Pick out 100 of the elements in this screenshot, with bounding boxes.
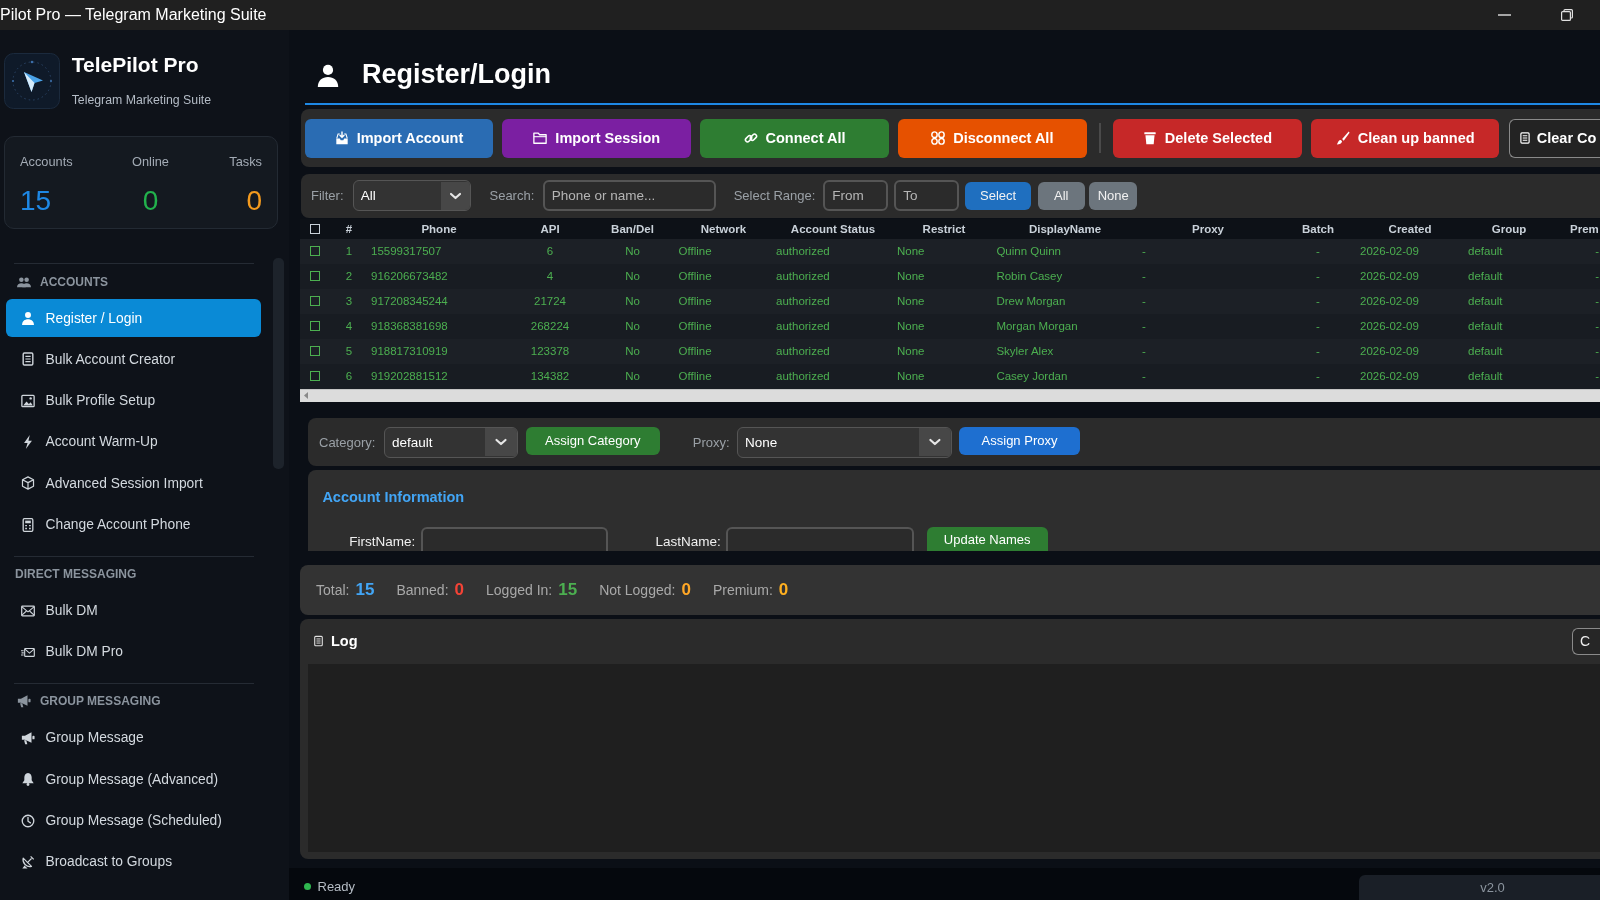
restore-icon[interactable] [1561,9,1573,21]
sidebar-item[interactable]: Broadcast to Groups [6,842,261,881]
column-header: Group [1491,223,1527,235]
summary-value: 0 [681,579,691,600]
cube-icon [20,476,35,491]
table-row[interactable]: 2 916206673482 4 No Offline authorized None Robin Casey - - 2026-02-09 default - [300,264,1600,289]
table-cell: 3 [345,295,353,308]
column-header: Created [1388,223,1432,235]
table-cell: - [1316,245,1320,258]
select-button[interactable]: Select [965,181,1032,210]
table-cell: 2026-02-09 [1360,270,1419,283]
stat-value: 0 [246,185,262,217]
summary-value: 15 [558,579,578,600]
disconnect-all-button[interactable]: Disconnect All [898,118,1087,158]
table-cell: - [1142,245,1146,258]
document-icon [313,635,324,648]
table-cell: - [1142,345,1146,358]
select-none-button[interactable]: None [1089,181,1138,210]
user-icon [20,311,35,325]
clean-up-banned-button[interactable]: Clean up banned [1310,118,1500,158]
range-from-field[interactable]: From [823,180,888,212]
clock-icon [20,813,35,828]
bell-icon [20,772,35,787]
chevron-down-icon[interactable] [441,181,471,210]
update-names-button[interactable]: Update Names [926,527,1048,551]
table-cell: - [1595,245,1599,258]
row-checkbox[interactable] [310,271,320,282]
status-dot-icon [303,883,311,891]
column-header: Network [700,223,747,235]
sidebar-item[interactable]: Account Warm-Up [6,423,261,461]
sidebar-item[interactable]: Bulk DM [6,591,261,630]
import-session-button[interactable]: Import Session [502,118,691,158]
log-action-button[interactable]: C [1572,627,1600,656]
select-all-button[interactable]: All [1037,181,1086,210]
chevron-down-icon[interactable] [919,428,951,457]
table-cell: 919202881512 [371,370,448,383]
sidebar-item[interactable]: Group Message [6,718,261,757]
table-cell: 6 [546,245,554,258]
summary-value: 0 [778,579,789,600]
sidebar-item[interactable]: Advanced Session Import [6,464,261,503]
table-cell: None [897,345,925,358]
table-cell: authorized [776,370,830,383]
assign-category-button[interactable]: Assign Category [525,426,660,455]
sidebar-item[interactable]: Bulk Account Creator [6,340,261,379]
filter-dropdown[interactable]: All [352,180,472,212]
window-title: Pilot Pro — Telegram Marketing Suite [0,6,268,24]
import-account-button[interactable]: Import Account [304,118,494,158]
table-row[interactable]: 6 919202881512 134382 No Offline authorized None Casey Jordan - - 2026-02-09 default - [300,364,1600,389]
table-row[interactable]: 4 918368381698 268224 No Offline authorized None Morgan Morgan - - 2026-02-09 default - [300,314,1600,339]
table-cell: - [1316,295,1320,308]
column-header: # [345,223,353,235]
table-cell: authorized [776,295,830,308]
chevron-down-icon[interactable] [484,428,517,457]
sidebar-item[interactable]: Change Account Phone [6,505,261,544]
table-cell: Offline [678,370,712,383]
table-cell: - [1595,270,1599,283]
summary-label: Banned: [396,581,449,598]
assign-proxy-button[interactable]: Assign Proxy [959,426,1080,455]
table-cell: 4 [546,270,554,283]
picture-icon [20,393,35,408]
sidebar-item[interactable]: Register / Login [6,299,261,337]
section-header: GROUP MESSAGING [40,694,161,709]
table-cell: Robin Casey [996,270,1063,283]
last-name-field[interactable] [725,526,914,551]
first-name-label: FirstName: [349,534,416,551]
table-row[interactable]: 5 918817310919 123378 No Offline authorized None Skyler Alex - - 2026-02-09 default - [300,339,1600,364]
sidebar-item[interactable]: Bulk DM Pro [6,632,261,671]
column-header: DisplayName [1028,223,1102,235]
table-cell: 2026-02-09 [1360,370,1419,383]
search-field[interactable]: Phone or name... [542,180,716,212]
app-name: TelePilot Pro [71,53,199,77]
first-name-field[interactable] [420,526,609,551]
left-arrow-icon[interactable] [304,392,308,400]
table-cell: - [1595,370,1599,383]
row-checkbox[interactable] [310,346,320,357]
table-row[interactable]: 1 15599317507 6 No Offline authorized None Quinn Quinn - - 2026-02-09 default - [300,239,1600,264]
delete-selected-button[interactable]: Delete Selected [1113,118,1302,158]
row-checkbox[interactable] [310,321,320,332]
table-cell: No [625,345,640,358]
table-cell: 916206673482 [371,270,448,283]
sidebar-item[interactable]: Group Message (Advanced) [6,760,261,799]
sidebar-item[interactable]: Group Message (Scheduled) [6,801,261,840]
table-cell: - [1595,345,1599,358]
row-checkbox[interactable] [310,296,320,307]
row-checkbox[interactable] [310,246,320,257]
clear-button[interactable]: Clear Co [1508,118,1600,158]
table-cell: 918817310919 [371,345,448,358]
range-to-field[interactable]: To [894,180,959,212]
row-checkbox[interactable] [310,371,320,382]
select-all-checkbox[interactable] [310,224,320,234]
table-cell: Offline [678,345,712,358]
connect-all-button[interactable]: Connect All [700,118,889,158]
table-cell: authorized [776,270,830,283]
envelope-icon [20,603,35,618]
table-cell: authorized [776,245,830,258]
category-dropdown[interactable]: default [383,426,518,458]
table-row[interactable]: 3 917208345244 21724 No Offline authorized None Drew Morgan - - 2026-02-09 default - [300,289,1600,314]
paper-plane-icon [4,53,60,109]
sidebar-item[interactable]: Bulk Profile Setup [6,381,261,420]
proxy-dropdown[interactable]: None [737,426,952,458]
